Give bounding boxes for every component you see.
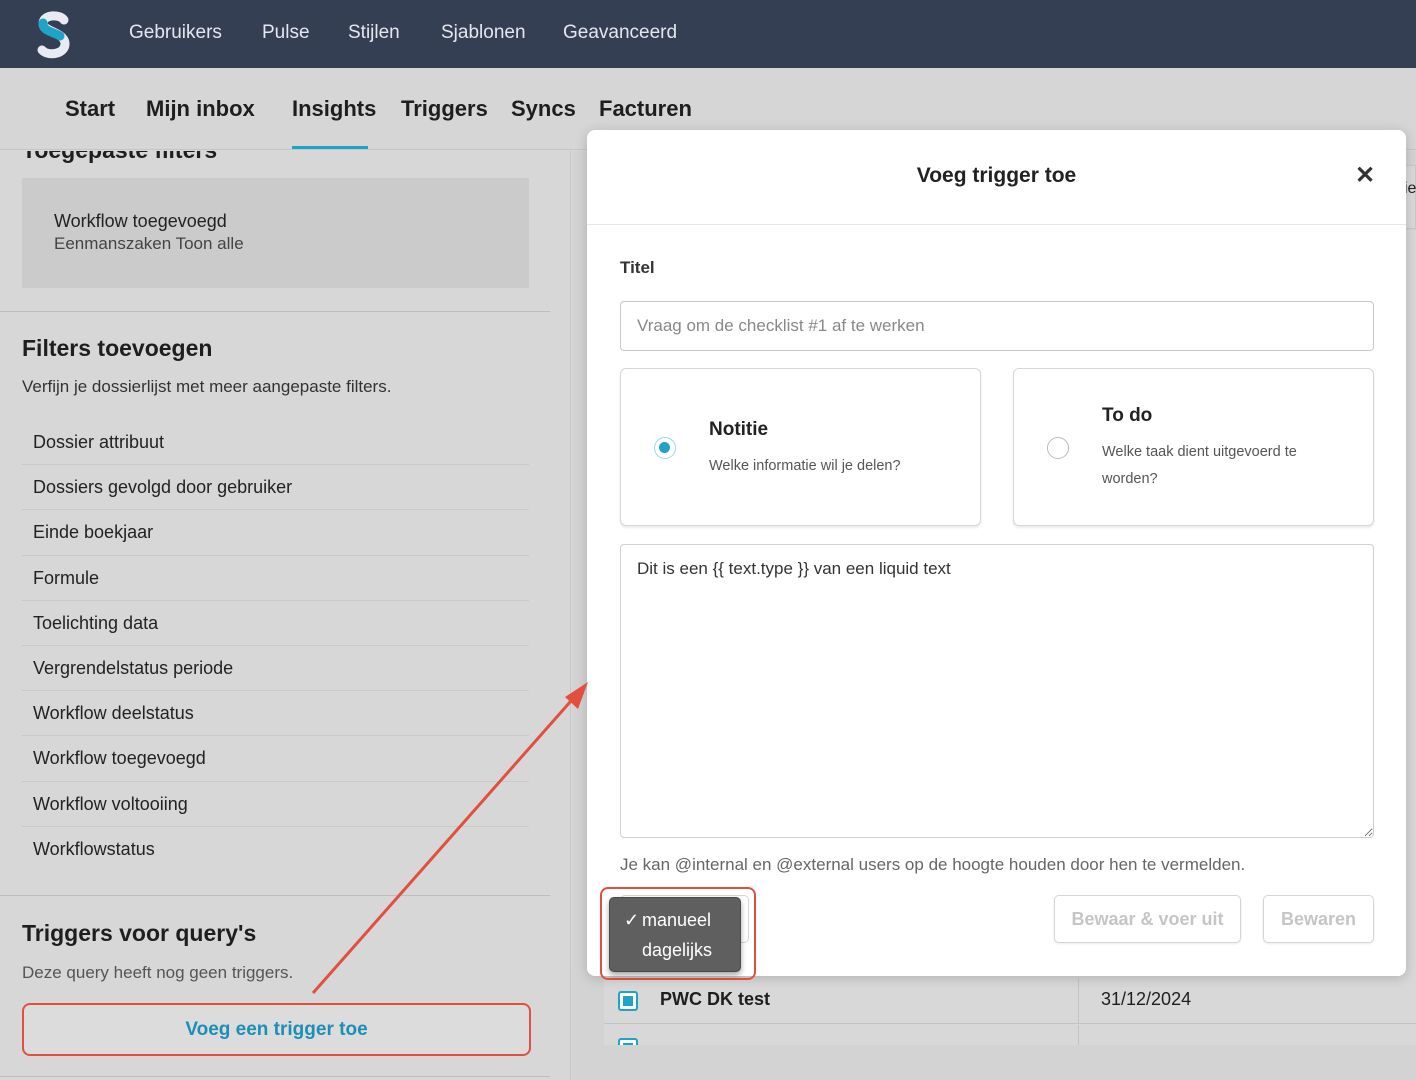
close-icon[interactable]: ✕	[1353, 164, 1377, 188]
option-notitie-title: Notitie	[709, 419, 769, 440]
option-todo-description: Welke taak dient uitgevoerd te worden?	[1102, 444, 1297, 487]
radio-notitie[interactable]	[654, 437, 676, 459]
option-notitie-description: Welke informatie wil je delen?	[709, 458, 901, 474]
applied-filter-chip[interactable]: Workflow toegevoegd Eenmanszaken Toon al…	[22, 178, 529, 288]
app-logo-icon[interactable]	[34, 10, 74, 60]
row-checkbox[interactable]	[618, 991, 638, 1011]
filter-item[interactable]: Vergrendelstatus periode	[22, 646, 529, 692]
results-panel-footer	[572, 1045, 1416, 1080]
filter-item[interactable]: Workflowstatus	[22, 827, 529, 872]
tab-insights[interactable]: Insights	[292, 96, 376, 122]
add-trigger-modal: Voeg trigger toe ✕ Titel Notitie Welke i…	[587, 130, 1406, 976]
dropdown-option-label: dagelijks	[642, 940, 713, 960]
save-and-run-button[interactable]: Bewaar & voer uit	[1054, 895, 1241, 943]
save-button[interactable]: Bewaren	[1263, 895, 1374, 943]
tab-start[interactable]: Start	[65, 96, 115, 122]
dropdown-option-manueel[interactable]: ✓ manueel	[624, 910, 711, 931]
filter-item[interactable]: Workflow voltooiing	[22, 782, 529, 827]
tab-syncs[interactable]: Syncs	[511, 96, 576, 122]
filter-list: Dossier attribuut Dossiers gevolgd door …	[22, 420, 529, 872]
query-triggers-title: Triggers voor query's	[22, 920, 257, 946]
filter-item[interactable]: Einde boekjaar	[22, 510, 529, 556]
row-dossier-name: PWC DK test	[660, 989, 771, 1009]
add-filters-description: Verfijn je dossierlijst met meer aangepa…	[22, 377, 392, 396]
check-icon: ✓	[624, 910, 640, 930]
tab-triggers[interactable]: Triggers	[401, 96, 488, 122]
dropdown-option-dagelijks[interactable]: dagelijks	[624, 940, 712, 961]
filter-item[interactable]: Formule	[22, 556, 529, 601]
tab-facturen[interactable]: Facturen	[599, 96, 692, 122]
column-divider	[1078, 978, 1079, 1024]
filter-sidebar: Toegepaste filters Workflow toegevoegd E…	[0, 151, 571, 1080]
section-divider	[0, 311, 550, 312]
title-input[interactable]	[620, 301, 1374, 351]
topnav-stijlen[interactable]: Stijlen	[348, 22, 400, 44]
modal-title: Voeg trigger toe	[916, 164, 1077, 187]
active-tab-indicator	[292, 146, 368, 149]
topnav-geavanceerd[interactable]: Geavanceerd	[563, 22, 677, 44]
option-card-notitie[interactable]: Notitie Welke informatie wil je delen?	[620, 368, 981, 526]
applied-filters-title: Toegepaste filters	[22, 151, 217, 164]
option-todo-title: To do	[1102, 405, 1153, 426]
row-date: 31/12/2024	[1101, 989, 1192, 1009]
tab-mijn-inbox[interactable]: Mijn inbox	[146, 96, 255, 122]
topnav-sjablonen[interactable]: Sjablonen	[441, 22, 526, 44]
topnav-pulse[interactable]: Pulse	[262, 22, 310, 44]
filter-item[interactable]: Workflow toegevoegd	[22, 736, 529, 782]
top-navigation-bar: Gebruikers Pulse Stijlen Sjablonen Geava…	[0, 0, 1416, 68]
add-filters-title: Filters toevoegen	[22, 335, 213, 361]
mention-hint: Je kan @internal en @external users op d…	[620, 855, 1246, 874]
dropdown-option-label: manueel	[642, 910, 712, 930]
title-label: Titel	[620, 258, 655, 277]
radio-todo[interactable]	[1047, 437, 1069, 459]
filter-item[interactable]: Workflow deelstatus	[22, 691, 529, 737]
topnav-gebruikers[interactable]: Gebruikers	[129, 22, 222, 44]
section-divider	[0, 1076, 550, 1077]
filter-item[interactable]: Dossier attribuut	[22, 420, 529, 466]
applied-filter-value: Eenmanszaken Toon alle	[54, 234, 244, 253]
frequency-dropdown-menu: ✓ manueel dagelijks	[609, 897, 741, 972]
table-row[interactable]: PWC DK test 31/12/2024	[604, 978, 1416, 1024]
filter-item[interactable]: Dossiers gevolgd door gebruiker	[22, 465, 529, 511]
filter-item[interactable]: Toelichting data	[22, 601, 529, 646]
message-textarea[interactable]	[620, 544, 1374, 838]
modal-header-divider	[587, 224, 1406, 225]
option-card-todo[interactable]: To do Welke taak dient uitgevoerd te wor…	[1013, 368, 1374, 526]
applied-filter-name: Workflow toegevoegd	[54, 211, 227, 231]
add-trigger-button[interactable]: Voeg een trigger toe	[22, 1003, 531, 1056]
query-triggers-empty-text: Deze query heeft nog geen triggers.	[22, 963, 294, 982]
section-divider	[0, 895, 550, 896]
